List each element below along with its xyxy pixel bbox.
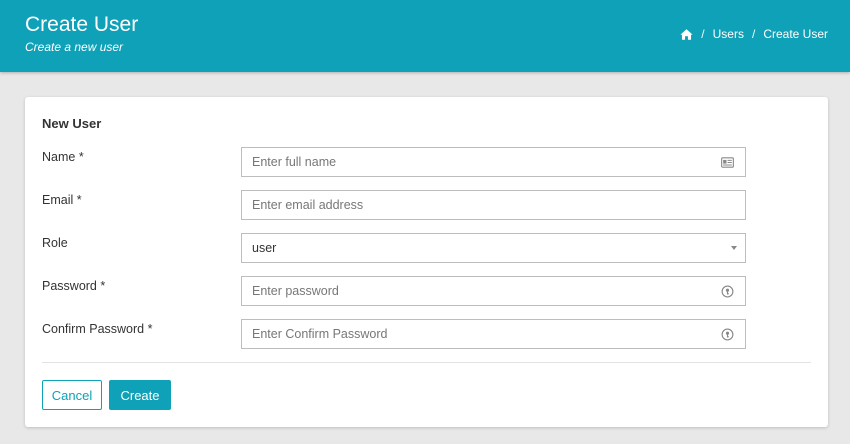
confirm-password-label: Confirm Password * [42, 322, 153, 336]
cancel-button[interactable]: Cancel [42, 380, 102, 410]
page-header: Create User Create a new user / Users / … [0, 0, 850, 72]
password-field-box [241, 276, 746, 306]
page-subtitle: Create a new user [25, 40, 124, 54]
name-field-box [241, 147, 746, 177]
email-row: Email * [42, 190, 812, 220]
name-label: Name * [42, 150, 84, 164]
email-field[interactable] [242, 191, 745, 219]
breadcrumb-separator: / [701, 27, 705, 41]
breadcrumb-separator: / [751, 27, 756, 41]
breadcrumb-users-link[interactable]: Users [713, 27, 744, 41]
role-select-value: user [252, 241, 277, 255]
form-divider [42, 362, 811, 363]
id-card-icon [721, 156, 734, 169]
breadcrumb: / Users / Create User [680, 27, 828, 41]
email-label: Email * [42, 193, 82, 207]
role-select[interactable]: user [241, 233, 746, 263]
email-field-box [241, 190, 746, 220]
password-key-icon[interactable] [721, 285, 734, 298]
page-title: Create User [25, 13, 139, 36]
role-label: Role [42, 236, 68, 250]
password-label: Password * [42, 279, 106, 293]
confirm-password-row: Confirm Password * [42, 319, 812, 349]
card-title: New User [42, 116, 102, 131]
new-user-card: New User Name * Email * Role [25, 97, 828, 427]
password-field[interactable] [242, 277, 745, 305]
confirm-password-field-box [241, 319, 746, 349]
password-key-icon[interactable] [721, 328, 734, 341]
breadcrumb-current: Create User [763, 27, 828, 41]
home-icon[interactable] [680, 28, 693, 41]
name-row: Name * [42, 147, 812, 177]
chevron-down-icon [731, 246, 737, 250]
password-row: Password * [42, 276, 812, 306]
name-field[interactable] [242, 148, 745, 176]
create-button[interactable]: Create [109, 380, 171, 410]
role-row: Role user [42, 233, 812, 263]
confirm-password-field[interactable] [242, 320, 745, 348]
